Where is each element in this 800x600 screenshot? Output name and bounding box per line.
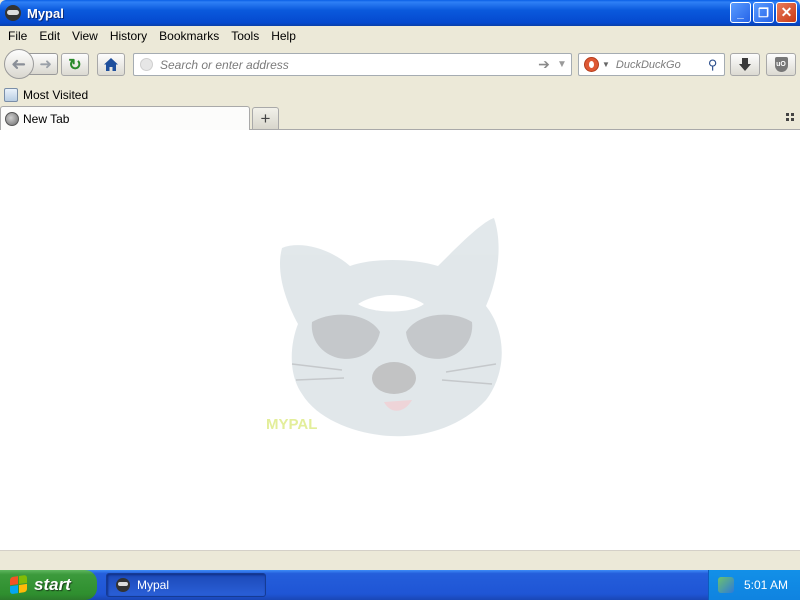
history-dropdown-icon[interactable]: ▼ — [553, 59, 571, 70]
start-label: start — [34, 575, 71, 594]
bookmarks-toolbar: Most Visited — [0, 84, 800, 105]
tab-label: New Tab — [23, 112, 70, 126]
close-icon: ✕ — [780, 4, 793, 20]
mypal-app-icon — [116, 578, 130, 592]
bookmark-most-visited[interactable]: Most Visited — [23, 88, 88, 102]
minimize-button[interactable]: _ — [730, 2, 751, 23]
taskbar-item-mypal[interactable]: Mypal — [106, 573, 266, 597]
tab-list-icon[interactable] — [786, 113, 794, 121]
window-titlebar[interactable]: Mypal _ ❐ ✕ — [0, 0, 800, 26]
menu-file[interactable]: File — [2, 26, 33, 46]
raccoon-logo — [279, 218, 502, 437]
navigation-toolbar: ➜ ➜ ↻ ➔ ▼ ▼ ⚲ uO — [0, 46, 800, 82]
menu-edit[interactable]: Edit — [33, 26, 66, 46]
address-input[interactable] — [160, 57, 535, 72]
back-arrow-icon: ➜ — [11, 53, 27, 74]
address-bar[interactable]: ➔ ▼ — [133, 53, 572, 76]
tab-strip: New Tab + — [0, 105, 800, 131]
ublock-button[interactable]: uO — [766, 53, 796, 76]
search-bar[interactable]: ▼ ⚲ — [578, 53, 725, 76]
plus-icon: + — [260, 108, 271, 128]
search-icon[interactable]: ⚲ — [708, 57, 718, 73]
restore-icon: ❐ — [758, 5, 769, 20]
bookmark-folder-icon — [4, 87, 18, 102]
menu-help[interactable]: Help — [265, 26, 302, 46]
downloads-button[interactable] — [730, 53, 760, 76]
new-tab-button[interactable]: + — [252, 107, 279, 129]
start-button[interactable]: start — [0, 570, 97, 600]
back-button[interactable]: ➜ — [4, 49, 34, 79]
taskbar-item-label: Mypal — [137, 578, 170, 592]
menu-bar: File Edit View History Bookmarks Tools H… — [0, 26, 800, 46]
menu-bookmarks[interactable]: Bookmarks — [153, 26, 225, 46]
search-engine-dropdown-icon[interactable]: ▼ — [602, 60, 610, 69]
go-arrow-icon[interactable]: ➔ — [535, 56, 553, 73]
windows-taskbar: start Mypal 5:01 AM — [0, 570, 800, 600]
window-controls: _ ❐ ✕ — [730, 2, 797, 23]
restore-button[interactable]: ❐ — [753, 2, 774, 23]
minimize-icon: _ — [737, 5, 744, 20]
mypal-app-icon — [5, 5, 21, 21]
home-button[interactable] — [97, 53, 125, 76]
globe-icon — [5, 112, 19, 126]
menu-tools[interactable]: Tools — [225, 26, 265, 46]
network-tray-icon[interactable] — [718, 577, 734, 593]
system-tray: 5:01 AM — [708, 570, 800, 600]
identity-globe-icon[interactable] — [140, 58, 153, 71]
menu-view[interactable]: View — [66, 26, 104, 46]
mypal-logo-text: MYPAL — [266, 416, 318, 433]
reload-button[interactable]: ↻ — [61, 53, 89, 76]
windows-logo-icon — [10, 574, 28, 596]
menu-history[interactable]: History — [104, 26, 153, 46]
tab-new-tab[interactable]: New Tab — [0, 106, 250, 131]
window-title: Mypal — [27, 5, 64, 21]
duckduckgo-icon[interactable] — [584, 57, 599, 72]
close-button[interactable]: ✕ — [776, 2, 797, 23]
reload-icon: ↻ — [68, 56, 82, 74]
download-arrow-icon — [739, 58, 751, 71]
home-icon — [104, 58, 118, 71]
page-content: MYPAL — [0, 130, 800, 550]
back-forward-group: ➜ ➜ — [4, 49, 58, 79]
clock[interactable]: 5:01 AM — [744, 578, 788, 592]
forward-arrow-icon: ➜ — [39, 56, 52, 73]
status-bar — [0, 550, 800, 570]
ublock-origin-icon: uO — [774, 57, 788, 72]
search-input[interactable] — [615, 58, 704, 71]
